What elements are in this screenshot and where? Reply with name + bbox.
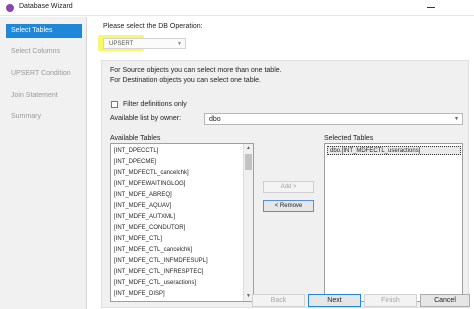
list-item[interactable]: [INT_MDFE_ABREQ] bbox=[114, 192, 244, 201]
operation-value: UPSERT bbox=[109, 41, 134, 47]
main-content: Please select the DB Operation: UPSERT ▼… bbox=[88, 17, 474, 309]
window-title: Database Wizard bbox=[19, 3, 73, 10]
finish-button[interactable]: Finish bbox=[364, 294, 417, 307]
add-button[interactable]: Add > bbox=[263, 181, 314, 193]
operation-select[interactable]: UPSERT ▼ bbox=[103, 38, 186, 49]
minimize-icon[interactable] bbox=[424, 1, 438, 13]
list-item[interactable]: [INT_MDFE_CTL] bbox=[114, 236, 244, 245]
operation-label: Please select the DB Operation: bbox=[103, 23, 203, 30]
available-tables-label: Available Tables bbox=[110, 135, 161, 142]
step-join-statement[interactable]: Join Statement bbox=[6, 89, 82, 103]
list-item[interactable]: [INT_DPECME] bbox=[114, 159, 244, 168]
wizard-steps-sidebar: Select Tables Select Columns UPSERT Cond… bbox=[0, 17, 87, 309]
filter-label: Filter definitions only bbox=[123, 101, 187, 108]
list-item[interactable]: [INT_MDFE_CTL_INFRESPTEC] bbox=[114, 269, 244, 278]
back-button[interactable]: Back bbox=[252, 294, 305, 307]
list-item[interactable]: [INT_MDFE_AQUAV] bbox=[114, 203, 244, 212]
tables-panel: For Source objects you can select more t… bbox=[101, 60, 469, 308]
list-item[interactable]: [INT_MDFE_AUTXML] bbox=[114, 214, 244, 223]
owner-value: dbo bbox=[209, 116, 221, 123]
selected-list-item[interactable]: dbo.[INT_MDFECTL_useractions] bbox=[327, 146, 461, 155]
list-item[interactable]: [INT_MDFECTL_cancelchk] bbox=[114, 170, 244, 179]
title-bar: Database Wizard bbox=[0, 0, 474, 16]
list-item[interactable]: [INT_DPECCTL] bbox=[114, 148, 244, 157]
available-list-scrollbar[interactable]: ▲ ▼ bbox=[243, 144, 253, 301]
chevron-down-icon: ▼ bbox=[177, 41, 182, 47]
owner-select[interactable]: dbo ▼ bbox=[204, 113, 463, 125]
step-select-tables[interactable]: Select Tables bbox=[6, 24, 82, 38]
list-item[interactable]: [INT_MDFE_CTL_useractions] bbox=[114, 280, 244, 289]
list-item[interactable]: [INT_MDFE_DISP] bbox=[114, 291, 244, 300]
step-select-columns[interactable]: Select Columns bbox=[6, 45, 82, 59]
chevron-down-icon: ▼ bbox=[454, 116, 459, 122]
list-item[interactable]: [INT_MDFE_CTL_INFMDFESUPL] bbox=[114, 258, 244, 267]
remove-button[interactable]: < Remove bbox=[263, 200, 314, 212]
list-item[interactable]: [INT_MDFEWAITINGLOG] bbox=[114, 181, 244, 190]
selected-tables-label: Selected Tables bbox=[324, 135, 374, 142]
filter-checkbox[interactable] bbox=[111, 101, 118, 108]
cancel-button[interactable]: Cancel bbox=[420, 294, 470, 307]
step-upsert-condition[interactable]: UPSERT Condition bbox=[6, 67, 82, 81]
selected-tables-list[interactable]: dbo.[INT_MDFECTL_useractions] bbox=[324, 143, 463, 302]
info-source: For Source objects you can select more t… bbox=[110, 67, 282, 74]
app-icon bbox=[6, 4, 14, 12]
owner-label: Available list by owner: bbox=[110, 115, 182, 122]
scroll-thumb[interactable] bbox=[245, 154, 252, 170]
list-item[interactable]: [INT_MDFE_CONDUTOR] bbox=[114, 225, 244, 234]
scroll-up-icon[interactable]: ▲ bbox=[244, 144, 253, 153]
available-tables-list[interactable]: [INT_DPECCTL] [INT_DPECME] [INT_MDFECTL_… bbox=[110, 143, 254, 302]
info-destination: For Destination objects you can select o… bbox=[110, 77, 261, 84]
next-button[interactable]: Next bbox=[308, 294, 361, 307]
list-item[interactable]: [INT_MDFE_CTL_cancelchk] bbox=[114, 247, 244, 256]
step-summary[interactable]: Summary bbox=[6, 110, 82, 124]
